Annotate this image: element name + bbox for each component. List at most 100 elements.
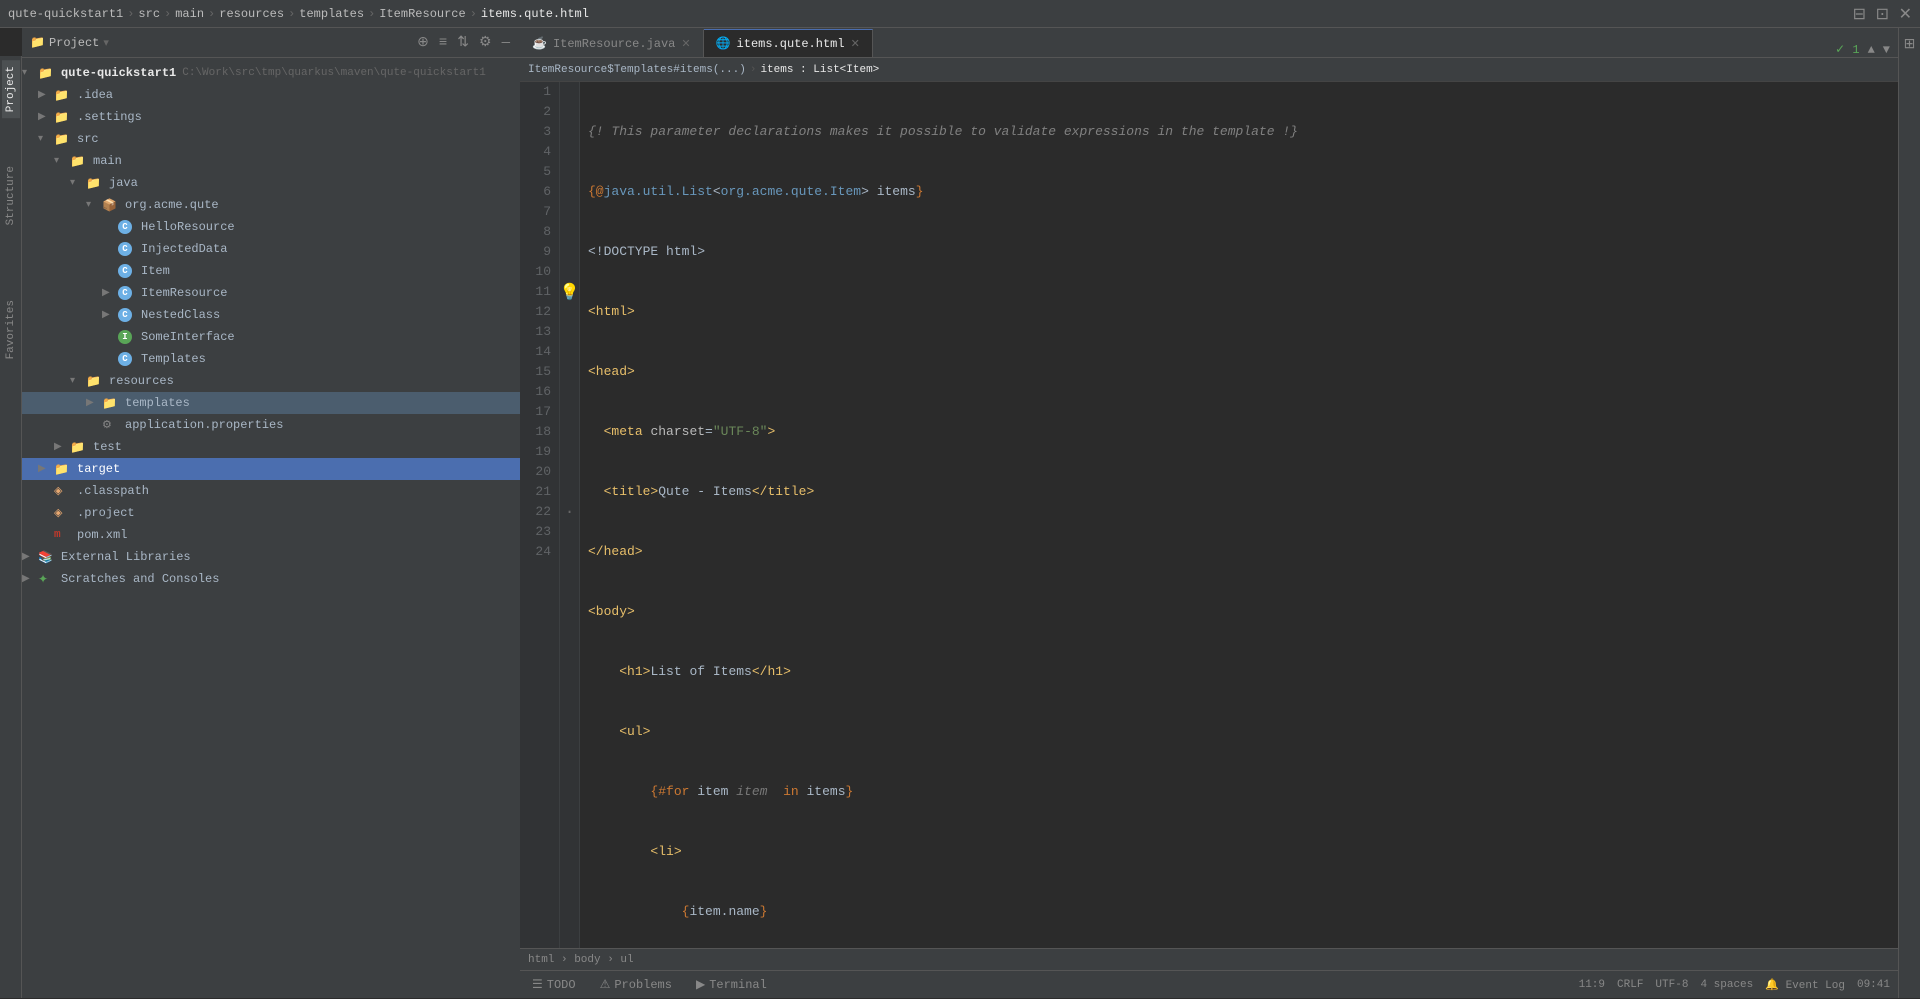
itemresource-label: ItemResource <box>141 286 227 300</box>
problems-icon: ⚠ <box>600 977 611 992</box>
scratches-label: Scratches and Consoles <box>61 572 219 586</box>
expand-icon[interactable]: ⇅ <box>455 32 471 53</box>
bottom-tabs: ☰ TODO ⚠ Problems ▶ Terminal 11:9 CRLF U… <box>520 970 1898 998</box>
tab-items[interactable]: 🌐 items.qute.html ✕ <box>704 29 873 57</box>
root-label: qute-quickstart1 <box>61 66 176 80</box>
code-line-10: <h1>List of Items</h1> <box>588 662 1890 682</box>
vertical-tab-favorites[interactable]: Favorites <box>2 294 20 365</box>
dropdown-arrow[interactable]: ▾ <box>103 36 109 50</box>
root-path: C:\Work\src\tmp\quarkus\maven\qute-quick… <box>182 67 486 79</box>
code-line-4: <html> <box>588 302 1890 322</box>
bottom-breadcrumb: html › body › ul <box>520 948 1898 970</box>
bc-editor-part1: ItemResource$Templates#items(...) <box>528 64 746 76</box>
bc-itemresource: ItemResource <box>379 7 465 21</box>
classpath-label: .classpath <box>77 484 149 498</box>
event-log-icon: 🔔 <box>1765 980 1779 992</box>
bottom-tab-problems[interactable]: ⚠ Problems <box>588 971 684 999</box>
appprops-label: application.properties <box>125 418 283 432</box>
templates-class-label: Templates <box>141 352 206 366</box>
project-tree[interactable]: ▾ 📁 qute-quickstart1 C:\Work\src\tmp\qua… <box>22 58 520 998</box>
close-panel-icon[interactable]: — <box>500 33 512 53</box>
code-line-7: <title>Qute - Items</title> <box>588 482 1890 502</box>
tree-item-pom[interactable]: ▶ m pom.xml <box>22 524 520 546</box>
folder-icon: 📁 <box>30 35 45 50</box>
collapse-icon[interactable]: ≡ <box>437 33 449 53</box>
bottom-tab-todo[interactable]: ☰ TODO <box>520 971 588 999</box>
target-label: target <box>77 462 120 476</box>
tree-item-templates-class[interactable]: ▶ C Templates <box>22 348 520 370</box>
test-label: test <box>93 440 122 454</box>
tree-item-appprops[interactable]: ▶ ⚙ application.properties <box>22 414 520 436</box>
tree-item-test[interactable]: ▶ 📁 test <box>22 436 520 458</box>
vertical-tabs: Project Structure Favorites <box>0 56 22 998</box>
settings-label: .settings <box>77 110 142 124</box>
tree-item-java[interactable]: ▾ 📁 java <box>22 172 520 194</box>
fold-indicator-11[interactable]: 💡 <box>560 282 580 302</box>
tree-item-resources[interactable]: ▾ 📁 resources <box>22 370 520 392</box>
tab-bar: ☕ ItemResource.java ✕ 🌐 items.qute.html … <box>520 28 1898 58</box>
code-lines[interactable]: {! This parameter declarations makes it … <box>580 82 1898 948</box>
chevron-up-icon[interactable]: ▲ <box>1868 43 1875 57</box>
settings-icon[interactable]: ⚙ <box>477 32 494 53</box>
bc-project: qute-quickstart1 <box>8 7 123 21</box>
bc-file: items.qute.html <box>481 7 589 21</box>
tree-item-scratches[interactable]: ▶ ✦ Scratches and Consoles <box>22 568 520 590</box>
tree-item-someinterface[interactable]: ▶ I SomeInterface <box>22 326 520 348</box>
tree-item-classpath[interactable]: ▶ ◈ .classpath <box>22 480 520 502</box>
pom-label: pom.xml <box>77 528 127 542</box>
tree-item-nestedclass[interactable]: ▶ C NestedClass <box>22 304 520 326</box>
tree-item-main[interactable]: ▾ 📁 main <box>22 150 520 172</box>
tab-items-close[interactable]: ✕ <box>851 37 860 51</box>
bc-main: main <box>175 7 204 21</box>
tab-itemresource[interactable]: ☕ ItemResource.java ✕ <box>520 29 704 57</box>
java-label: java <box>109 176 138 190</box>
vertical-tab-structure[interactable]: Structure <box>2 160 20 231</box>
bc-src: src <box>138 7 160 21</box>
editor-area: ☕ ItemResource.java ✕ 🌐 items.qute.html … <box>520 28 1898 998</box>
title-bar: qute-quickstart1 › src › main › resource… <box>0 0 1920 28</box>
code-line-2: {@java.util.List<org.acme.qute.Item> ite… <box>588 182 1890 202</box>
code-line-9: <body> <box>588 602 1890 622</box>
tree-item-extlibs[interactable]: ▶ 📚 External Libraries <box>22 546 520 568</box>
terminal-icon: ▶ <box>696 977 705 992</box>
locate-icon[interactable]: ⊕ <box>415 32 431 53</box>
main-layout: Project Structure Favorites 📁 Project ▾ … <box>0 28 1920 998</box>
tree-item-item[interactable]: ▶ C Item <box>22 260 520 282</box>
bc-resources: resources <box>219 7 284 21</box>
tab-itemresource-close[interactable]: ✕ <box>681 37 690 51</box>
code-line-13: <li> <box>588 842 1890 862</box>
tree-item-target[interactable]: ▶ 📁 target <box>22 458 520 480</box>
crlf-status[interactable]: CRLF <box>1617 979 1643 991</box>
tree-item-root[interactable]: ▾ 📁 qute-quickstart1 C:\Work\src\tmp\qua… <box>22 62 520 84</box>
fold-gutter: 💡 · <box>560 82 580 948</box>
tree-item-itemresource[interactable]: ▶ C ItemResource <box>22 282 520 304</box>
tree-item-src[interactable]: ▾ 📁 src <box>22 128 520 150</box>
indent-status[interactable]: 4 spaces <box>1700 979 1753 991</box>
fold-indicator-22[interactable]: · <box>565 503 575 521</box>
line-col-status: 11:9 <box>1579 979 1605 991</box>
right-panel-btn[interactable]: ⊞ <box>1900 32 1920 57</box>
tree-item-project-file[interactable]: ▶ ◈ .project <box>22 502 520 524</box>
someinterface-label: SomeInterface <box>141 330 235 344</box>
vertical-tab-project[interactable]: Project <box>2 60 20 118</box>
sidebar-wrapper: Project Structure Favorites 📁 Project ▾ … <box>0 28 520 998</box>
tree-item-helloresource[interactable]: ▶ C HelloResource <box>22 216 520 238</box>
tree-item-idea[interactable]: ▶ 📁 .idea <box>22 84 520 106</box>
encoding-status[interactable]: UTF-8 <box>1655 979 1688 991</box>
tree-item-injecteddata[interactable]: ▶ C InjectedData <box>22 238 520 260</box>
extlibs-label: External Libraries <box>61 550 191 564</box>
item-label: Item <box>141 264 170 278</box>
code-editor[interactable]: 12345 678910 1112131415 1617181920 21222… <box>520 82 1898 948</box>
resources-label: resources <box>109 374 174 388</box>
tree-item-settings[interactable]: ▶ 📁 .settings <box>22 106 520 128</box>
event-log[interactable]: 🔔 Event Log <box>1765 978 1845 992</box>
injecteddata-label: InjectedData <box>141 242 227 256</box>
templates-folder-label: templates <box>125 396 190 410</box>
tree-item-templates-folder[interactable]: ▶ 📁 templates <box>22 392 520 414</box>
code-line-8: </head> <box>588 542 1890 562</box>
chevron-down-icon[interactable]: ▼ <box>1883 43 1890 57</box>
line-numbers: 12345 678910 1112131415 1617181920 21222… <box>520 82 560 948</box>
code-line-5: <head> <box>588 362 1890 382</box>
tree-item-package[interactable]: ▾ 📦 org.acme.qute <box>22 194 520 216</box>
bottom-tab-terminal[interactable]: ▶ Terminal <box>684 971 779 999</box>
